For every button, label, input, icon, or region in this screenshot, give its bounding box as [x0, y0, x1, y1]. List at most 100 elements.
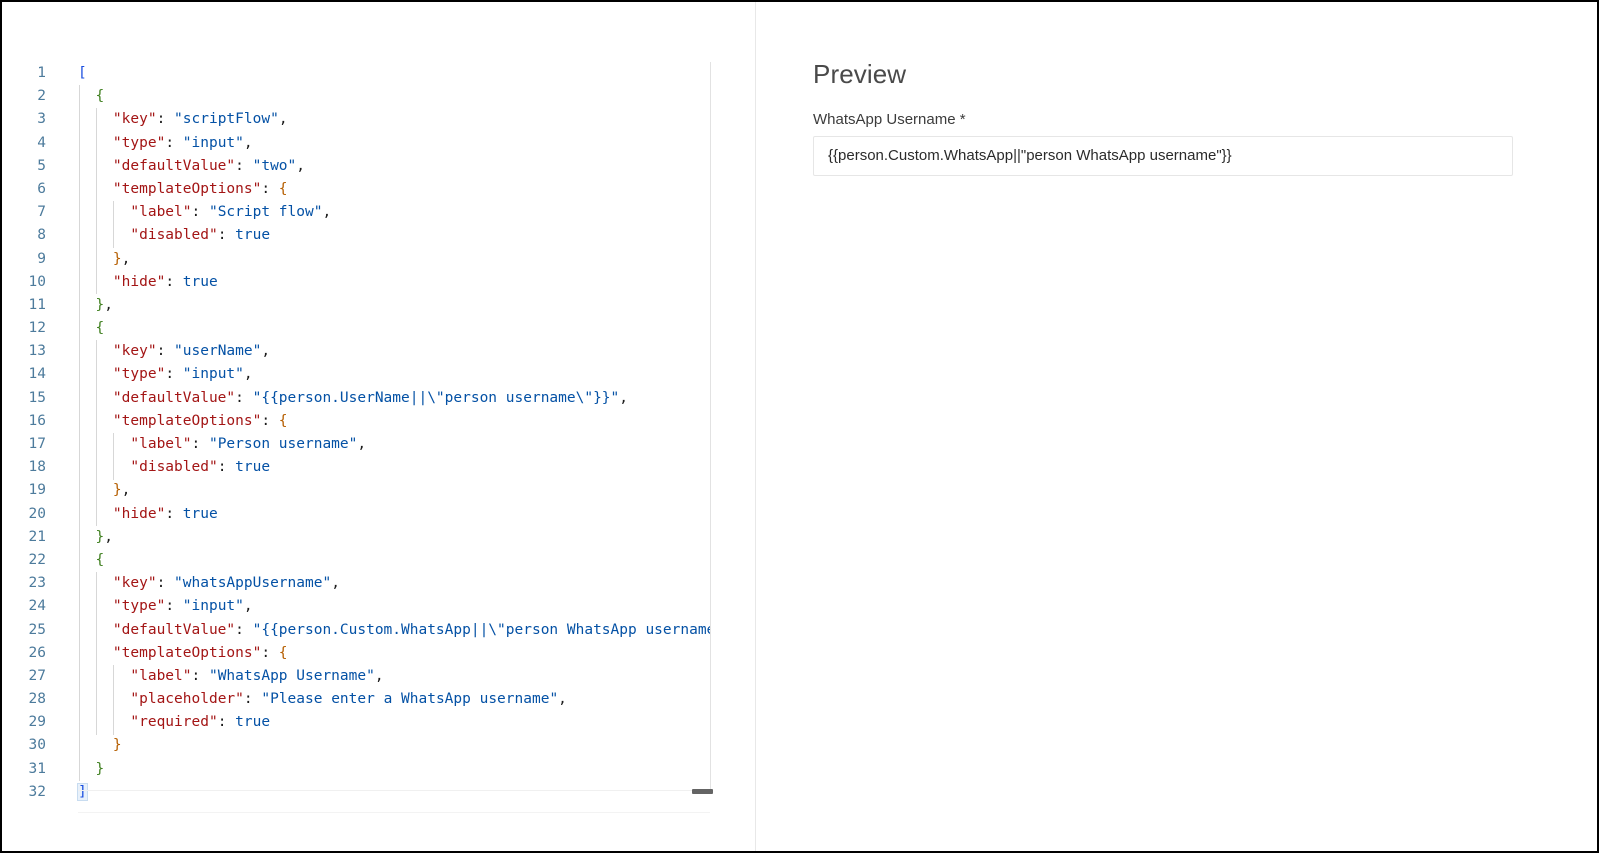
field-label-whatsapp-username: WhatsApp Username * — [813, 110, 966, 128]
editor-content-edge — [710, 62, 711, 791]
code-line[interactable]: 1[ — [2, 62, 710, 85]
code-line[interactable]: 24 "type": "input", — [2, 595, 710, 618]
code-line[interactable]: 6 "templateOptions": { — [2, 178, 710, 201]
code-line[interactable]: 3 "key": "scriptFlow", — [2, 108, 710, 131]
line-number: 6 — [37, 180, 46, 197]
code-line[interactable]: 23 "key": "whatsAppUsername", — [2, 572, 710, 595]
line-number: 19 — [28, 482, 46, 499]
code-line-text: "type": "input", — [112, 134, 253, 151]
horizontal-scrollbar-thumb[interactable] — [692, 789, 713, 794]
line-number: 31 — [28, 760, 46, 777]
line-number: 10 — [28, 273, 46, 290]
line-number: 29 — [28, 714, 46, 731]
line-number: 26 — [28, 644, 46, 661]
code-line[interactable]: 15 "defaultValue": "{{person.UserName||\… — [2, 387, 710, 410]
code-line-text: "disabled": true — [130, 459, 271, 476]
line-number: 16 — [28, 412, 46, 429]
code-line[interactable]: 32] — [2, 781, 710, 804]
code-line[interactable]: 7 "label": "Script flow", — [2, 201, 710, 224]
code-line-text: "hide": true — [112, 505, 218, 522]
line-number: 20 — [28, 505, 46, 522]
preview-panel: Preview WhatsApp Username * — [756, 2, 1597, 851]
code-line-text: "label": "Person username", — [130, 436, 367, 452]
code-line-text: "defaultValue": "{{person.Custom.WhatsAp… — [112, 621, 710, 638]
code-line[interactable]: 2 { — [2, 85, 710, 108]
indent-guide — [113, 433, 115, 480]
line-number: 7 — [37, 204, 46, 221]
line-number: 23 — [28, 575, 46, 592]
preview-content: Preview WhatsApp Username * — [813, 60, 1557, 176]
line-number: 25 — [28, 621, 46, 638]
line-number: 2 — [37, 88, 46, 105]
dialog-root: × 1[2 {3 "key": "scriptFlow",4 "type": "… — [2, 2, 1597, 851]
code-line-text: ] — [77, 782, 88, 801]
code-line-text: "templateOptions": { — [112, 412, 288, 429]
code-line[interactable]: 4 "type": "input", — [2, 132, 710, 155]
line-number: 3 — [37, 111, 46, 128]
code-line[interactable]: 9 }, — [2, 248, 710, 271]
code-line[interactable]: 28 "placeholder": "Please enter a WhatsA… — [2, 688, 710, 711]
code-line[interactable]: 31 } — [2, 758, 710, 781]
code-line-text: "templateOptions": { — [112, 180, 288, 197]
json-code-editor[interactable]: 1[2 {3 "key": "scriptFlow", 4 "type": "in… — [2, 2, 755, 851]
indent-guide — [113, 665, 115, 735]
code-line-text: "templateOptions": { — [112, 644, 288, 661]
code-line-text: }, — [95, 296, 113, 313]
editor-bottom-rule — [78, 812, 710, 813]
code-clip: 1[2 {3 "key": "scriptFlow", 4 "type": "in… — [2, 62, 710, 851]
code-line-text: "type": "input", — [112, 598, 253, 615]
code-line[interactable]: 20 "hide": true — [2, 503, 710, 526]
line-number: 15 — [28, 389, 46, 406]
code-line-text: "label": "WhatsApp Username", — [130, 667, 384, 684]
code-line-text: } — [112, 737, 122, 754]
code-line-text: { — [95, 88, 105, 105]
code-line[interactable]: 10 "hide": true — [2, 271, 710, 294]
line-number: 1 — [37, 65, 46, 81]
indent-guide — [78, 85, 80, 782]
code-line-text: }, — [112, 482, 131, 499]
code-line[interactable]: 11 }, — [2, 294, 710, 317]
form-field-whatsapp-username: WhatsApp Username * — [813, 111, 1557, 176]
code-line[interactable]: 12 { — [2, 317, 710, 340]
indent-guide — [95, 572, 97, 735]
whatsapp-username-input[interactable] — [813, 135, 1513, 176]
code-line[interactable]: 30 } — [2, 734, 710, 757]
code-line[interactable]: 25 "defaultValue": "{{person.Custom.What… — [2, 619, 710, 642]
code-line[interactable]: 18 "disabled": true — [2, 456, 710, 479]
code-line-text: "disabled": true — [130, 227, 271, 244]
code-line[interactable]: 5 "defaultValue": "two", — [2, 155, 710, 178]
code-line[interactable]: 21 }, — [2, 526, 710, 549]
code-line[interactable]: 13 "key": "userName", — [2, 340, 710, 363]
code-line-text: "required": true — [130, 714, 271, 731]
code-line-text: "type": "input", — [112, 366, 253, 383]
indent-guide — [113, 201, 115, 248]
line-number: 28 — [28, 691, 46, 708]
line-number: 5 — [37, 157, 46, 174]
line-number: 27 — [28, 667, 46, 684]
code-line-text: "key": "userName", — [112, 343, 271, 360]
code-line[interactable]: 17 "label": "Person username", — [2, 433, 710, 456]
code-editor-viewport[interactable]: 1[2 {3 "key": "scriptFlow", 4 "type": "in… — [2, 62, 755, 851]
code-line[interactable]: 22 { — [2, 549, 710, 572]
code-line[interactable]: 14 "type": "input", — [2, 363, 710, 386]
code-line-text: "hide": true — [112, 273, 218, 290]
code-line-text: "defaultValue": "{{person.UserName||\"pe… — [112, 389, 628, 406]
line-number: 11 — [28, 296, 46, 313]
code-line[interactable]: 29 "required": true — [2, 711, 710, 734]
code-line[interactable]: 19 }, — [2, 479, 710, 502]
line-number: 14 — [28, 366, 46, 383]
code-line[interactable]: 16 "templateOptions": { — [2, 410, 710, 433]
code-line-text: }, — [95, 528, 113, 545]
line-number: 17 — [28, 436, 46, 452]
code-line-text: "placeholder": "Please enter a WhatsApp … — [130, 691, 567, 708]
line-number: 9 — [37, 250, 46, 267]
horizontal-scrollbar-track[interactable] — [78, 790, 710, 791]
code-line[interactable]: 26 "templateOptions": { — [2, 642, 710, 665]
code-line[interactable]: 27 "label": "WhatsApp Username", — [2, 665, 710, 688]
code-line-text: "key": "scriptFlow", — [112, 111, 288, 128]
code-line-text: "defaultValue": "two", — [112, 157, 305, 174]
code-line-text: }, — [112, 250, 131, 267]
code-line[interactable]: 8 "disabled": true — [2, 224, 710, 247]
code-line-text: "label": "Script flow", — [130, 204, 332, 221]
indent-guide — [95, 340, 97, 526]
